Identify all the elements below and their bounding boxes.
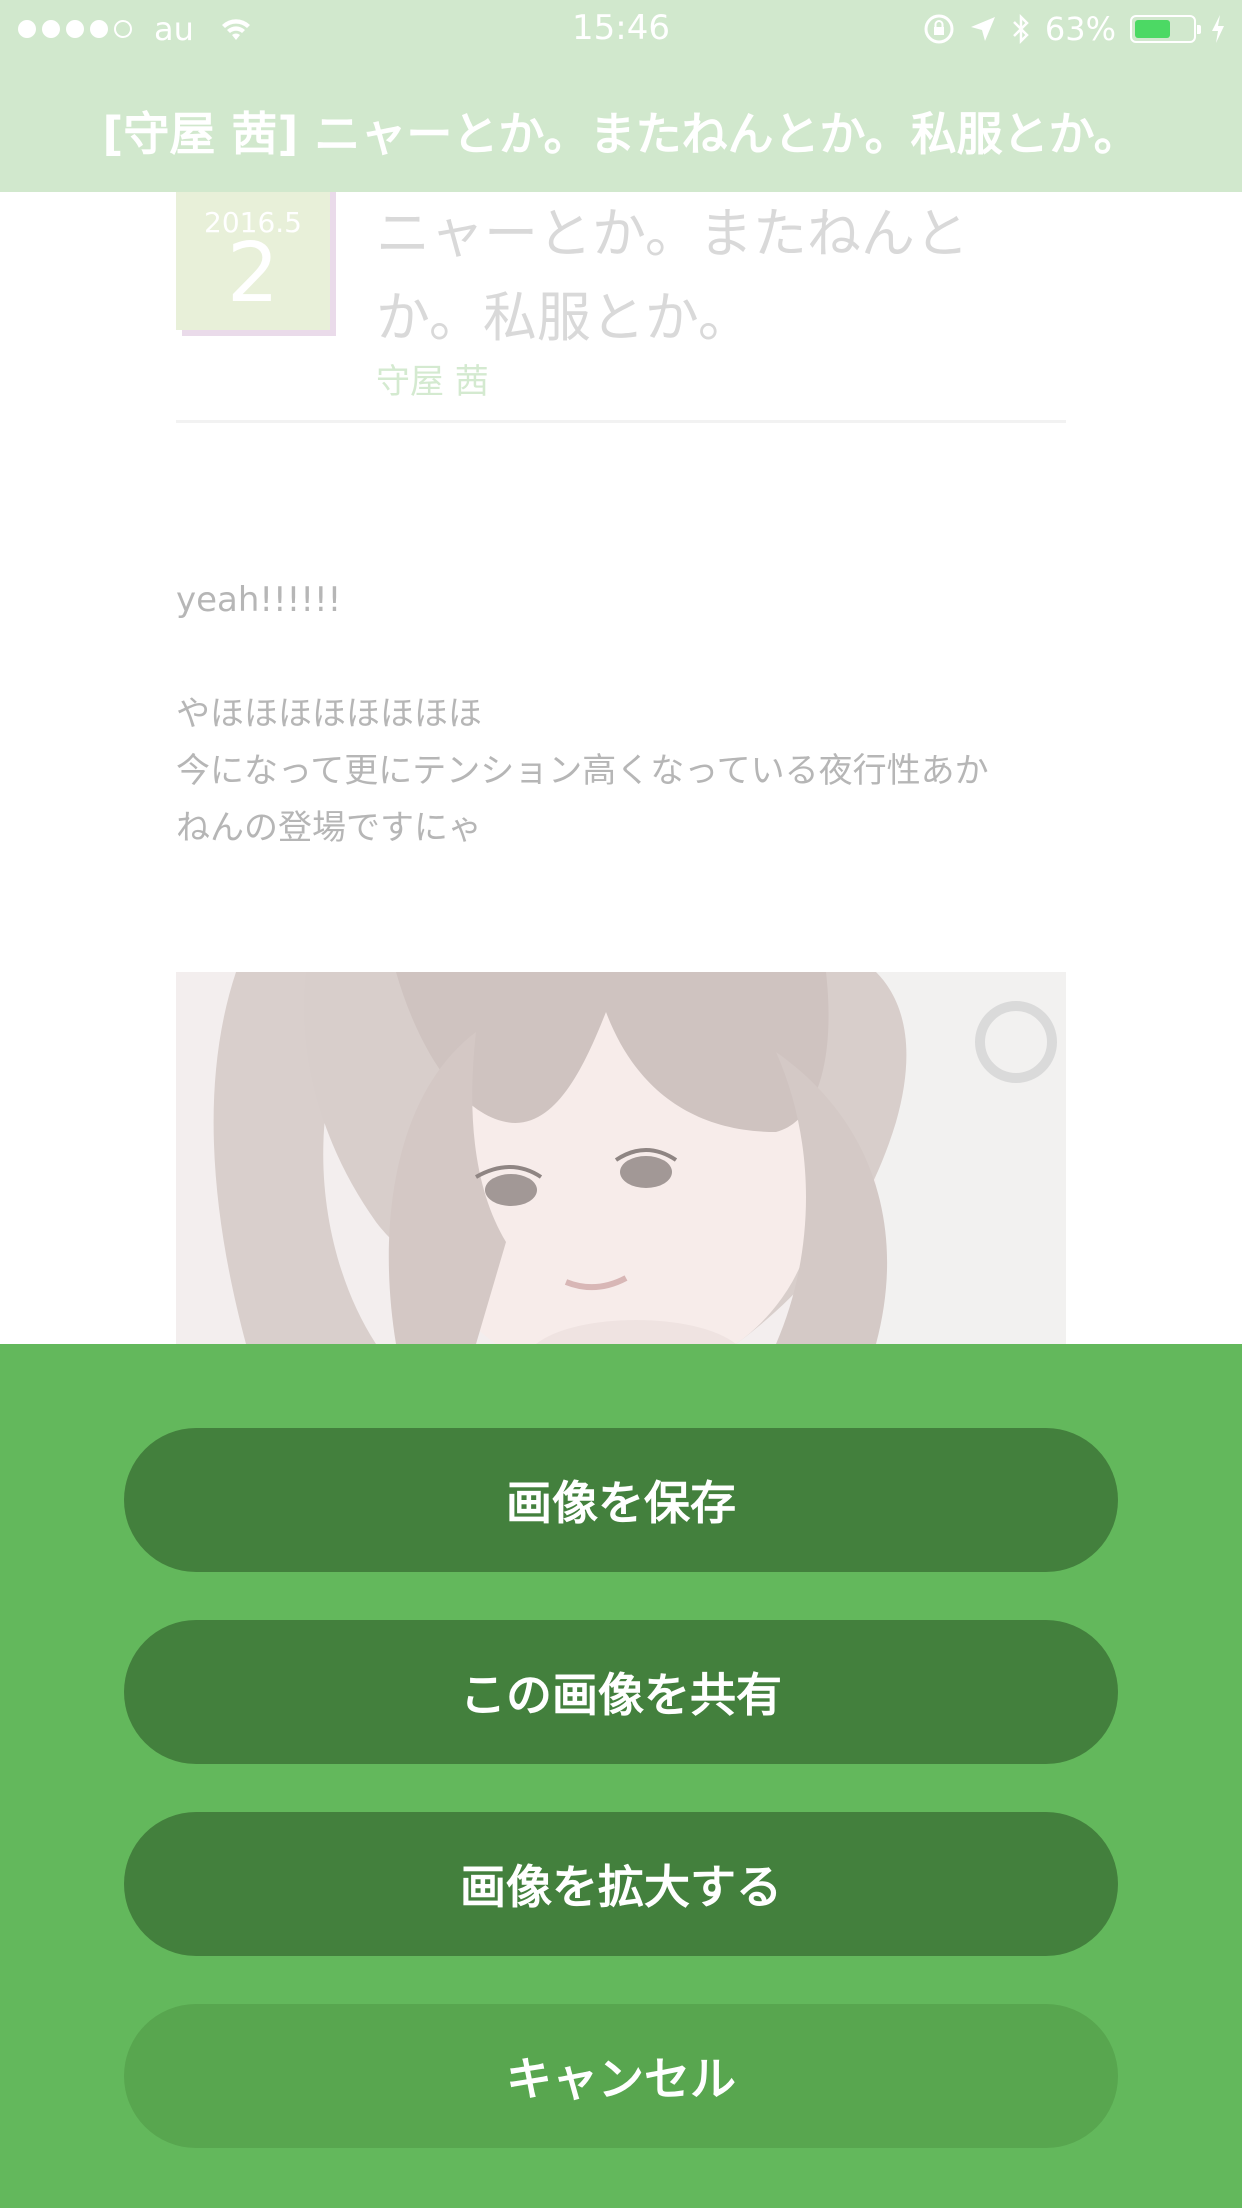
orientation-lock-icon <box>924 14 954 44</box>
save-image-button[interactable]: 画像を保存 <box>124 1428 1118 1572</box>
status-right: 63% <box>923 10 1226 48</box>
date-day: 2 <box>226 226 280 321</box>
status-bar: au 15:46 63% <box>0 0 1242 62</box>
divider <box>176 420 1066 423</box>
photo-image[interactable] <box>176 972 1066 1344</box>
cancel-button[interactable]: キャンセル <box>124 2004 1118 2148</box>
photo-illustration <box>176 972 1066 1344</box>
body-paragraph: やほほほほほほほほ <box>176 694 482 734</box>
zoom-image-button[interactable]: 画像を拡大する <box>124 1812 1118 1956</box>
bluetooth-icon <box>1012 13 1029 45</box>
article-content: 2016.5 2 ニャーとか。またねんとか。私服とか。 守屋 茜 yeah!!!… <box>0 192 1242 1344</box>
body-paragraph: ねんの登場ですにゃ <box>176 808 482 848</box>
location-icon <box>970 17 995 41</box>
share-image-button[interactable]: この画像を共有 <box>124 1620 1118 1764</box>
battery-percent: 63% <box>1044 10 1116 48</box>
date-badge: 2016.5 2 <box>176 192 330 330</box>
body-paragraph: yeah!!!!!! <box>176 580 342 620</box>
body-paragraph: 今になって更にテンション高くなっている夜行性あか <box>176 751 989 791</box>
charging-icon <box>1212 15 1224 43</box>
action-sheet: 画像を保存 この画像を共有 画像を拡大する キャンセル <box>0 1344 1242 2208</box>
post-title: ニャーとか。またねんとか。私服とか。 <box>376 202 969 349</box>
page-title: [守屋 茜] ニャーとか。またねんとか。私服とか。 <box>102 107 1140 161</box>
battery-icon <box>1130 15 1201 43</box>
battery-cap <box>1197 25 1201 34</box>
battery-fill <box>1135 20 1170 38</box>
post-author[interactable]: 守屋 茜 <box>376 354 489 403</box>
nav-bar: [守屋 茜] ニャーとか。またねんとか。私服とか。 <box>0 62 1242 192</box>
